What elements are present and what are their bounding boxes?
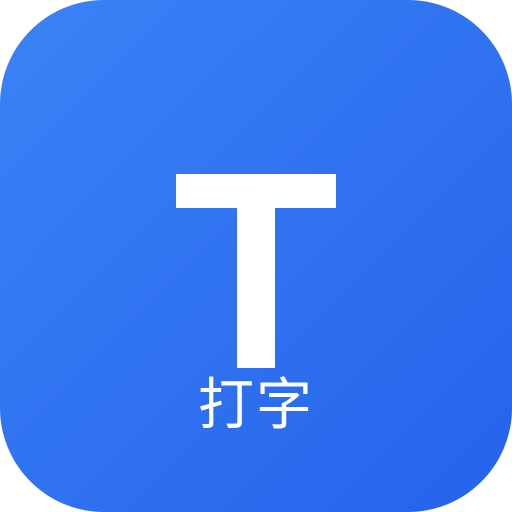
app-icon[interactable]: 打字	[0, 0, 512, 512]
letter-t-stem	[237, 174, 275, 368]
app-icon-label: 打字	[198, 373, 314, 438]
